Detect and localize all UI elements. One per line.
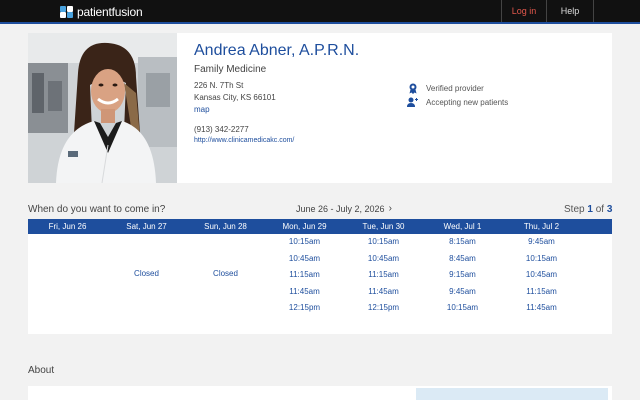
provider-card: Andrea Abner, A.P.R.N. Family Medicine 2… bbox=[28, 33, 612, 183]
schedule-columns: Closed Closed 10:15am 10:45am 11:15am 11… bbox=[28, 234, 612, 334]
help-link[interactable]: Help bbox=[546, 0, 594, 22]
day-header: Wed, Jul 1 bbox=[443, 222, 482, 231]
time-slot[interactable]: 12:15pm bbox=[265, 300, 344, 317]
day-column-mon: 10:15am 10:45am 11:15am 11:45am 12:15pm bbox=[265, 234, 344, 334]
time-slot[interactable]: 11:15am bbox=[265, 267, 344, 284]
time-slot[interactable]: 11:15am bbox=[344, 267, 423, 284]
schedule-day-headers: Fri, Jun 26 Sat, Jun 27 Sun, Jun 28 Mon,… bbox=[28, 219, 612, 234]
date-range-label: June 26 - July 2, 2026 bbox=[296, 203, 385, 214]
time-slot[interactable]: 8:15am bbox=[423, 234, 502, 251]
step-of: of bbox=[595, 204, 605, 215]
provider-name: Andrea Abner, A.P.R.N. bbox=[194, 42, 360, 59]
time-slot[interactable]: 10:15am bbox=[344, 234, 423, 251]
step-indicator: Step 1 of 3 bbox=[564, 204, 612, 215]
appointment-schedule: Fri, Jun 26 Sat, Jun 27 Sun, Jun 28 Mon,… bbox=[28, 219, 612, 334]
provider-website-link[interactable]: http://www.clinicamedicakc.com/ bbox=[194, 137, 294, 144]
schedule-prompt: When do you want to come in? bbox=[28, 204, 166, 215]
time-slot[interactable]: 11:45am bbox=[265, 284, 344, 301]
time-slot[interactable]: 11:45am bbox=[502, 300, 581, 317]
map-link[interactable]: map bbox=[194, 105, 210, 114]
day-header: Thu, Jul 2 bbox=[523, 222, 560, 231]
day-column-sun: Closed bbox=[186, 234, 265, 334]
day-header: Mon, Jun 29 bbox=[282, 222, 327, 231]
about-heading: About bbox=[28, 365, 55, 376]
provider-phone: (913) 342-2277 bbox=[194, 125, 249, 134]
patient-fusion-logo[interactable]: patientfusion bbox=[60, 4, 143, 20]
time-slot[interactable]: 9:45am bbox=[423, 284, 502, 301]
about-side-panel bbox=[416, 388, 608, 400]
date-range-selector[interactable]: June 26 - July 2, 2026 › bbox=[296, 203, 392, 214]
chevron-right-icon[interactable]: › bbox=[389, 203, 392, 214]
step-current: 1 bbox=[587, 204, 593, 215]
day-header: Tue, Jun 30 bbox=[362, 222, 405, 231]
time-slot[interactable]: 10:45am bbox=[344, 251, 423, 268]
time-slot[interactable]: 10:45am bbox=[265, 251, 344, 268]
time-slot[interactable]: 9:15am bbox=[423, 267, 502, 284]
time-slot[interactable]: 8:45am bbox=[423, 251, 502, 268]
accepting-patients-badge: Accepting new patients bbox=[407, 96, 508, 108]
login-link[interactable]: Log in bbox=[501, 0, 546, 22]
time-slot[interactable]: 11:15am bbox=[502, 284, 581, 301]
person-plus-icon bbox=[407, 97, 418, 108]
time-slot[interactable]: 9:45am bbox=[502, 234, 581, 251]
time-slot[interactable]: 10:15am bbox=[265, 234, 344, 251]
logo-mark-icon bbox=[60, 6, 74, 18]
day-column-sat: Closed bbox=[107, 234, 186, 334]
top-navbar: patientfusion Log in Help bbox=[0, 0, 640, 24]
address-line-2: Kansas City, KS 66101 bbox=[194, 93, 276, 102]
day-column-thu: 9:45am 10:15am 10:45am 11:15am 11:45am bbox=[502, 234, 581, 334]
day-column-fri bbox=[28, 234, 107, 334]
address-line-1: 226 N. 7Th St bbox=[194, 81, 244, 90]
navbar-accent-line bbox=[0, 22, 640, 24]
time-slot[interactable]: 12:15pm bbox=[344, 300, 423, 317]
day-column-wed: 8:15am 8:45am 9:15am 9:45am 10:15am bbox=[423, 234, 502, 334]
step-prefix: Step bbox=[564, 204, 585, 215]
verified-provider-label: Verified provider bbox=[426, 83, 484, 93]
accepting-patients-label: Accepting new patients bbox=[426, 97, 509, 107]
ribbon-icon bbox=[407, 83, 418, 94]
time-slot[interactable]: 10:15am bbox=[502, 251, 581, 268]
closed-label: Closed bbox=[134, 269, 159, 278]
time-slot[interactable]: 10:15am bbox=[423, 300, 502, 317]
verified-provider-badge: Verified provider bbox=[407, 82, 484, 94]
step-total: 3 bbox=[606, 204, 613, 215]
day-header: Sun, Jun 28 bbox=[204, 222, 247, 231]
logo-text: patientfusion bbox=[77, 5, 143, 19]
day-column-tue: 10:15am 10:45am 11:15am 11:45am 12:15pm bbox=[344, 234, 423, 334]
time-slot[interactable]: 10:45am bbox=[502, 267, 581, 284]
provider-photo bbox=[28, 33, 177, 183]
provider-specialty: Family Medicine bbox=[194, 64, 267, 75]
time-slot[interactable]: 11:45am bbox=[344, 284, 423, 301]
day-header: Fri, Jun 26 bbox=[48, 222, 87, 231]
closed-label: Closed bbox=[213, 269, 238, 278]
day-header: Sat, Jun 27 bbox=[126, 222, 167, 231]
